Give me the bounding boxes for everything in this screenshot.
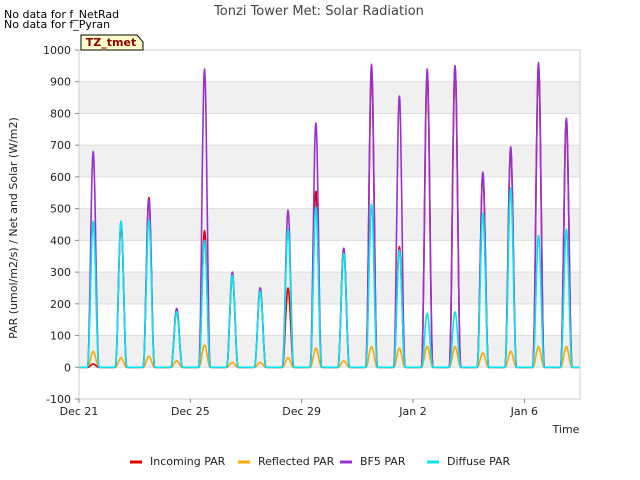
y-tick-label: 800 (50, 107, 71, 120)
grid-band (79, 208, 580, 241)
chart-title: Tonzi Tower Met: Solar Radiation (213, 4, 424, 19)
plot-bands (79, 50, 580, 399)
grid-band (79, 272, 580, 304)
solar-radiation-chart: Tonzi Tower Met: Solar Radiation -100010… (7, 4, 581, 468)
grid-band (79, 81, 580, 114)
x-tick-label: Jan 6 (510, 405, 538, 418)
y-tick-label: 700 (50, 139, 71, 152)
x-tick-label: Dec 29 (282, 405, 321, 418)
x-tick-label: Dec 21 (60, 405, 99, 418)
legend-label: Incoming PAR (150, 455, 226, 468)
y-tick-label: 0 (64, 361, 71, 374)
legend-label: Diffuse PAR (447, 455, 511, 468)
y-tick-label: 100 (50, 330, 71, 343)
legend-label: Reflected PAR (258, 455, 335, 468)
y-tick-label: 1000 (43, 44, 71, 57)
badge-label: TZ_tmet (86, 36, 136, 49)
legend: Incoming PAR Reflected PAR BF5 PAR Diffuse … (130, 455, 511, 468)
y-axis-label: PAR (umol/m2/s) / Net and Solar (W/m2) (7, 117, 20, 339)
badge: TZ_tmet (80, 34, 144, 51)
x-tick-label: Jan 2 (398, 405, 426, 418)
y-tick-label: 900 (50, 76, 71, 89)
y-tick-label: 600 (50, 171, 71, 184)
y-tick-label: 200 (50, 298, 71, 311)
x-tick-label: Dec 25 (171, 405, 210, 418)
legend-label: BF5 PAR (360, 455, 406, 468)
y-tick-label: 400 (50, 234, 71, 247)
grid-band (79, 145, 580, 177)
x-axis-label: Time (552, 423, 580, 436)
y-tick-label: 500 (50, 203, 71, 216)
y-tick-label: 300 (50, 266, 71, 279)
